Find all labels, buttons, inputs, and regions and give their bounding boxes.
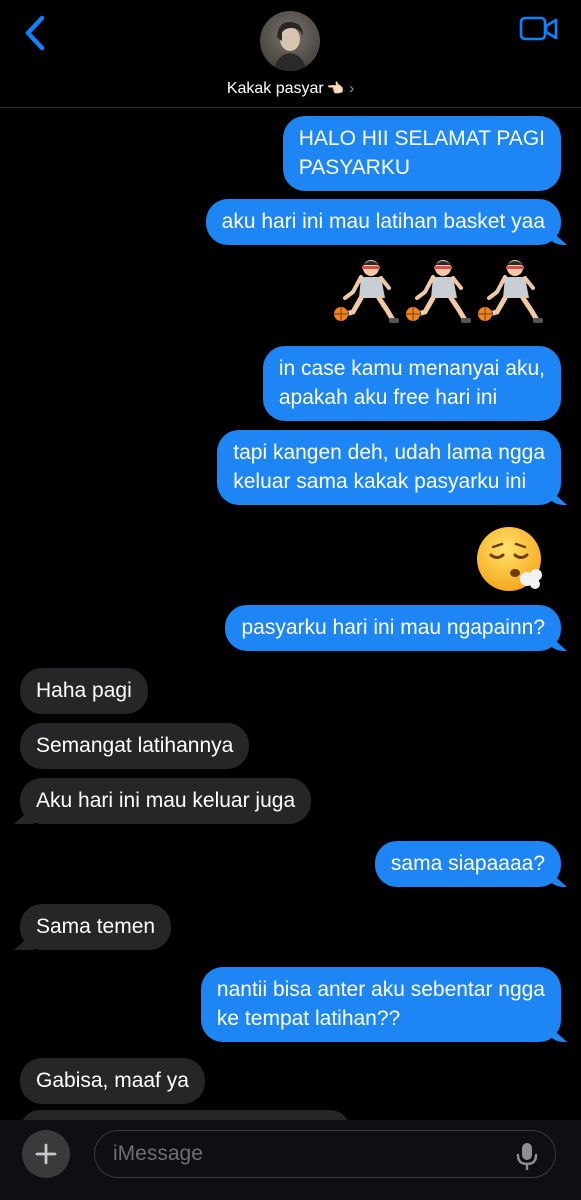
message-text-line: aku hari ini mau latihan basket yaa: [221, 210, 545, 233]
sent-message[interactable]: nantii bisa anter aku sebentar ngga ke t…: [200, 967, 561, 1042]
sent-message[interactable]: sama siapaaaa?: [374, 841, 561, 887]
message-text-line: Aku hari ini mau keluar juga: [36, 789, 296, 812]
received-message[interactable]: Haha pagi: [20, 668, 148, 714]
message-text-line: Semangat latihannya: [36, 734, 234, 757]
message-text-line: Sama temen: [36, 915, 156, 938]
sent-message[interactable]: in case kamu menanyai aku, apakah aku fr…: [262, 346, 561, 421]
emoji-message[interactable]: [475, 525, 545, 593]
dictation-button[interactable]: [514, 1142, 540, 1171]
imessage-input[interactable]: [94, 1130, 556, 1178]
sent-message[interactable]: pasyarku hari ini mau ngapainn?: [225, 605, 561, 651]
face-exhaling-emoji: [477, 527, 542, 591]
back-button[interactable]: [18, 12, 52, 54]
compose-bar: [0, 1120, 581, 1200]
microphone-icon: [516, 1143, 538, 1171]
message-text-line: keluar sama kakak pasyarku ini: [233, 470, 527, 493]
avatar-image: [260, 11, 320, 71]
message-text-line: Gabisa, maaf ya: [36, 1069, 189, 1092]
message-text-line: HALO HII SELAMAT PAGI: [298, 127, 545, 150]
emoji-message[interactable]: [331, 258, 545, 328]
message-text-line: ke tempat latihan??: [216, 1007, 401, 1030]
received-message[interactable]: Sama temen: [20, 904, 172, 950]
message-text-line: pasyarku hari ini mau ngapainn?: [241, 616, 545, 639]
message-text-line: sama siapaaaa?: [390, 852, 545, 875]
apps-plus-button[interactable]: [22, 1130, 70, 1178]
received-message[interactable]: Aku hari ini mau keluar juga: [20, 778, 312, 824]
chevron-left-icon: [25, 15, 45, 51]
sent-message[interactable]: tapi kangen deh, udah lama ngga keluar s…: [217, 430, 561, 505]
sent-message[interactable]: aku hari ini mau latihan basket yaa: [205, 199, 561, 245]
message-text-line: apakah aku free hari ini: [278, 386, 498, 409]
facetime-video-button[interactable]: [519, 14, 559, 44]
message-text-line: tapi kangen deh, udah lama ngga: [233, 441, 545, 464]
message-text-line: PASYARKU: [298, 156, 411, 179]
video-camera-icon: [519, 16, 558, 41]
plus-icon: [35, 1143, 57, 1165]
sent-message[interactable]: HALO HII SELAMAT PAGI PASYARKU: [282, 116, 561, 191]
received-message[interactable]: Semangat latihannya: [20, 723, 250, 769]
pointing-hand-emoji: 👈🏻: [326, 81, 345, 97]
message-text-line: nantii bisa anter aku sebentar ngga: [216, 978, 545, 1001]
message-text-line: Haha pagi: [36, 679, 132, 702]
chevron-right-icon: ›: [349, 80, 355, 97]
received-message[interactable]: Gabisa, maaf ya: [20, 1058, 205, 1104]
contact-avatar[interactable]: [260, 11, 320, 71]
basketball-player-emoji: [334, 258, 545, 328]
contact-name-button[interactable]: Kakak pasyar 👈🏻 ›: [0, 80, 581, 98]
conversation-header: Kakak pasyar 👈🏻 ›: [0, 0, 581, 108]
contact-name: Kakak pasyar: [226, 80, 324, 97]
message-text-line: in case kamu menanyai aku,: [278, 357, 545, 380]
